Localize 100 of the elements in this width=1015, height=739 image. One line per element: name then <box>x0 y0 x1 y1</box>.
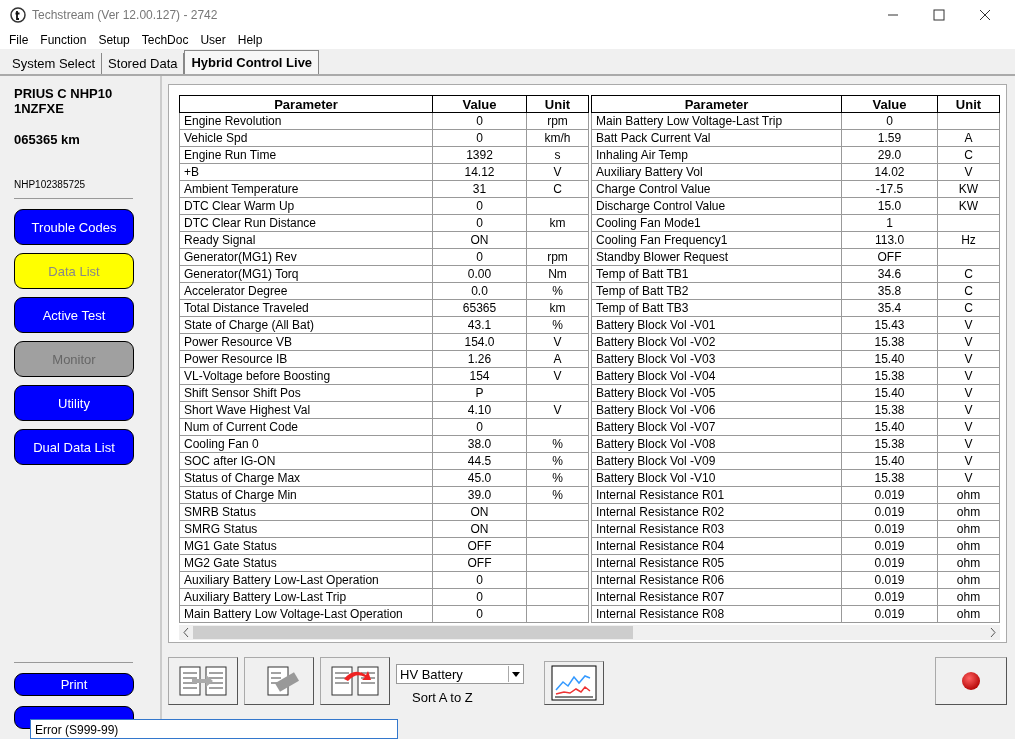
table-cell: V <box>964 369 973 383</box>
table-cell: Main Battery Low Voltage-Last Operation <box>184 607 403 621</box>
table-cell: 0.019 <box>874 522 905 536</box>
print-button[interactable]: Print <box>14 673 134 696</box>
table-cell: V <box>964 420 973 434</box>
table-cell: Charge Control Value <box>596 182 711 196</box>
table-cell: rpm <box>547 114 568 128</box>
column-header: Parameter <box>591 95 842 113</box>
table-cell: Battery Block Vol -V06 <box>596 403 716 417</box>
line-graph-icon <box>550 664 598 702</box>
list-transfer-button[interactable] <box>168 657 238 705</box>
close-icon[interactable] <box>979 9 991 21</box>
table-cell: Main Battery Low Voltage-Last Trip <box>596 114 783 128</box>
table-cell: Nm <box>548 267 567 281</box>
table-cell: ON <box>470 233 489 247</box>
table-cell: Temp of Batt TB2 <box>596 284 689 298</box>
table-cell: Ambient Temperature <box>184 182 299 196</box>
window-title: Techstream (Ver 12.00.127) - 2742 <box>32 8 218 22</box>
table-cell: s <box>554 148 561 162</box>
nav-button[interactable]: Active Test <box>14 297 134 333</box>
table-cell: Cooling Fan Frequency1 <box>596 233 728 247</box>
table-cell: Num of Current Code <box>184 420 299 434</box>
table-cell: 0 <box>476 590 483 604</box>
table-cell: Internal Resistance R07 <box>596 590 725 604</box>
table-cell: ohm <box>956 505 981 519</box>
column-header: Unit <box>526 95 589 113</box>
table-cell: V <box>964 318 973 332</box>
table-cell: Accelerator Degree <box>184 284 288 298</box>
scroll-left-icon[interactable] <box>183 628 189 637</box>
sort-label: Sort A to Z <box>411 690 474 705</box>
table-cell: 15.38 <box>874 335 905 349</box>
table-cell: Temp of Batt TB1 <box>596 267 689 281</box>
table-cell: 15.40 <box>874 454 905 468</box>
table-cell: 0.019 <box>874 488 905 502</box>
table-cell: Engine Revolution <box>184 114 282 128</box>
list-swap-button[interactable] <box>320 657 390 705</box>
menu-item[interactable]: User <box>200 32 226 47</box>
scroll-right-icon[interactable] <box>990 628 996 637</box>
nav-button[interactable]: Utility <box>14 385 134 421</box>
table-cell: % <box>552 437 563 451</box>
table-cell: 15.40 <box>874 420 905 434</box>
maximize-icon[interactable] <box>933 9 945 21</box>
table-cell: DTC Clear Run Distance <box>184 216 317 230</box>
table-cell: % <box>552 471 563 485</box>
table-cell: Battery Block Vol -V01 <box>596 318 716 332</box>
menu-item[interactable]: Help <box>237 32 263 47</box>
table-cell: 0 <box>476 250 483 264</box>
table-cell: 14.12 <box>464 165 495 179</box>
graph-button[interactable] <box>544 661 604 705</box>
error-tooltip: Error (S999-99) <box>30 719 398 739</box>
table-cell: V <box>964 386 973 400</box>
table-cell: 1 <box>886 216 893 230</box>
table-cell: Generator(MG1) Rev <box>184 250 297 264</box>
table-cell: KW <box>958 182 979 196</box>
table-cell: V <box>964 454 973 468</box>
tab[interactable]: Hybrid Control Live <box>184 50 320 74</box>
horizontal-scrollbar[interactable] <box>179 625 1000 640</box>
table-cell: 15.38 <box>874 471 905 485</box>
table-cell: 15.43 <box>874 318 905 332</box>
table-cell: Internal Resistance R05 <box>596 556 725 570</box>
table-cell: km/h <box>544 131 571 145</box>
table-cell: ON <box>470 505 489 519</box>
nav-button[interactable]: Dual Data List <box>14 429 134 465</box>
table-cell: 0.0 <box>471 284 488 298</box>
group-dropdown[interactable]: HV Battery <box>396 664 524 684</box>
list-clip-button[interactable] <box>244 657 314 705</box>
menu-item[interactable]: File <box>9 32 29 47</box>
table-cell: 1.26 <box>467 352 492 366</box>
vin-number: NHP102385725 <box>14 179 87 190</box>
table-cell: ohm <box>956 488 981 502</box>
table-cell: 14.02 <box>874 165 905 179</box>
table-cell: 0.019 <box>874 505 905 519</box>
table-cell: 113.0 <box>874 233 905 247</box>
table-cell: % <box>552 488 563 502</box>
table-cell: 34.6 <box>877 267 902 281</box>
table-cell: Cooling Fan 0 <box>184 437 259 451</box>
table-cell: % <box>552 284 563 298</box>
table-cell: KW <box>958 199 979 213</box>
column-header: Parameter <box>179 95 433 113</box>
nav-button[interactable]: Trouble Codes <box>14 209 134 245</box>
table-cell: 0 <box>886 114 893 128</box>
table-cell: 35.8 <box>877 284 902 298</box>
table-cell: 15.40 <box>874 386 905 400</box>
table-cell: Short Wave Highest Val <box>184 403 311 417</box>
menu-item[interactable]: Function <box>40 32 87 47</box>
menu-item[interactable]: Setup <box>98 32 130 47</box>
record-button[interactable] <box>935 657 1007 705</box>
table-cell: 38.0 <box>467 437 492 451</box>
table-cell: 0 <box>476 199 483 213</box>
tab[interactable]: System Select <box>6 53 103 74</box>
table-cell: 154.0 <box>464 335 495 349</box>
table-cell: Battery Block Vol -V09 <box>596 454 716 468</box>
table-cell: 0.00 <box>467 267 492 281</box>
table-cell: V <box>964 335 973 349</box>
menu-item[interactable]: TechDoc <box>141 32 189 47</box>
table-cell: Vehicle Spd <box>184 131 248 145</box>
table-cell: V <box>553 165 562 179</box>
table-cell: 0 <box>476 216 483 230</box>
table-cell: Shift Sensor Shift Pos <box>184 386 301 400</box>
table-cell: V <box>553 335 562 349</box>
